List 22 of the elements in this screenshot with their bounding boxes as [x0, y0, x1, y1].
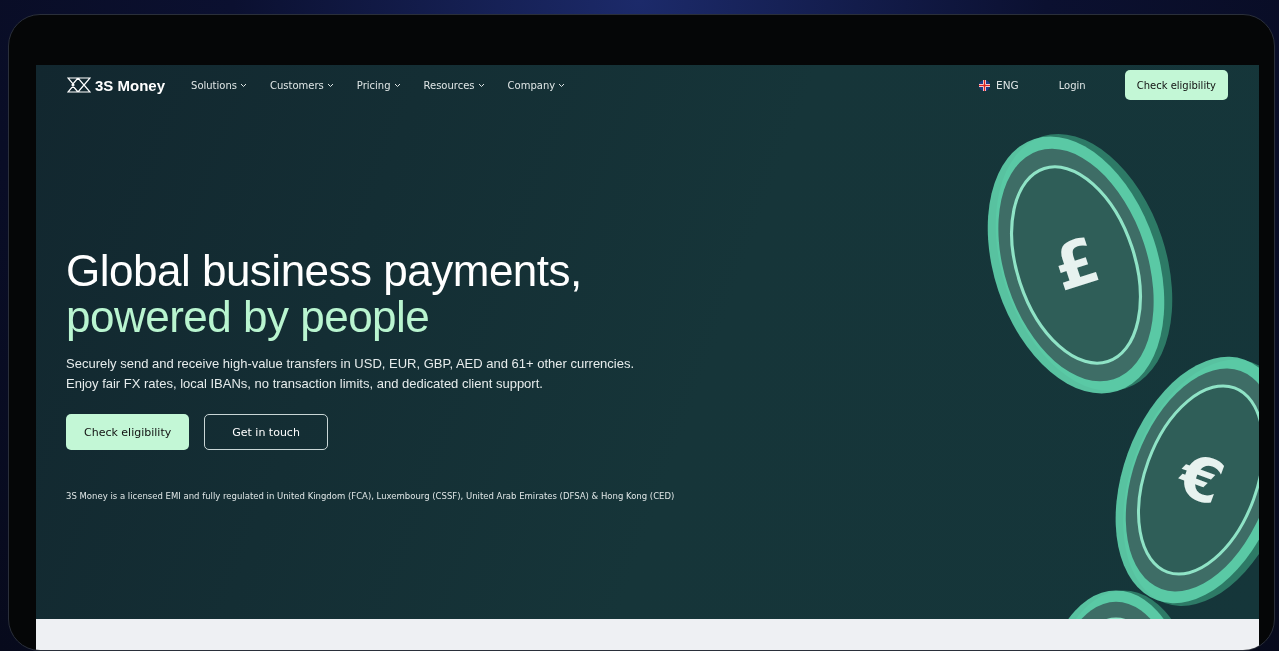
- logo-icon: [67, 77, 91, 93]
- chevron-down-icon: [477, 82, 485, 88]
- regulatory-disclaimer: 3S Money is a licensed EMI and fully regulated in United Kingdom (FCA), Luxembourg (CSSF), United Arab Emirates (DFSA) & Hong Kong (CED): [66, 491, 676, 501]
- nav-menu-item[interactable]: Company: [507, 79, 566, 91]
- check-eligibility-button[interactable]: Check eligibility: [66, 414, 190, 450]
- chevron-down-icon: [240, 82, 247, 88]
- login-link[interactable]: Login: [1058, 79, 1086, 91]
- nav-menu-item[interactable]: Solutions: [191, 79, 247, 91]
- hero-title-highlight: powered by people: [66, 294, 430, 340]
- language-selector[interactable]: ENG: [979, 79, 1019, 91]
- chevron-down-icon: [558, 82, 566, 88]
- nav-menu-item[interactable]: Resources: [423, 79, 485, 91]
- hero-title: Global business payments,: [66, 248, 582, 294]
- nav-menu-item[interactable]: Pricing: [356, 79, 401, 91]
- chevron-down-icon: [393, 82, 401, 88]
- nav-menu-item[interactable]: Customers: [270, 79, 334, 91]
- chevron-down-icon: [326, 82, 334, 88]
- hero-subtitle: Securely send and receive high-value transfers in USD, EUR, GBP, AED and 61+ other currencies. Enjoy fair FX rates, local IBANs, no transaction limits, and dedicated client support.: [66, 355, 636, 393]
- get-in-touch-button[interactable]: Get in touch: [204, 414, 328, 450]
- flag-icon: [979, 79, 991, 91]
- check-eligibility-button[interactable]: Check eligibility: [1124, 70, 1228, 100]
- logo-text: 3S Money: [95, 76, 166, 94]
